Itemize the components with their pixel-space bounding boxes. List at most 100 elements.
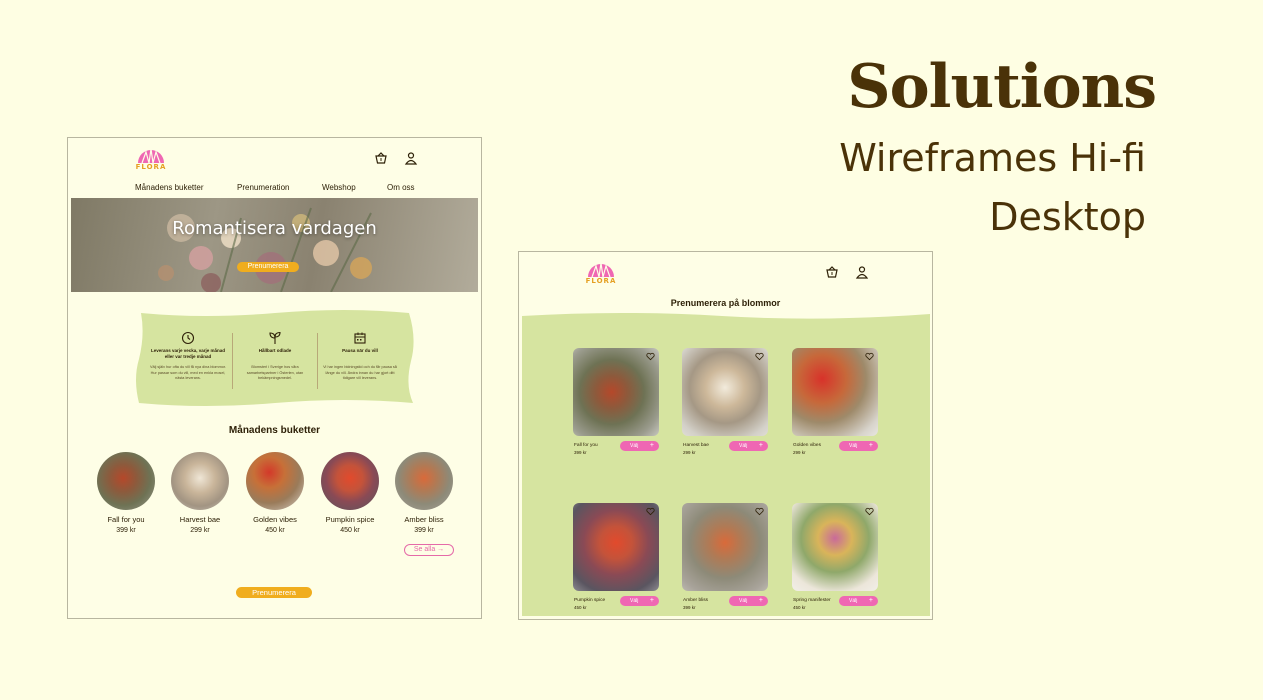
product-image[interactable] [792,348,878,436]
product-name: Amber bliss [683,598,709,603]
feature-sustainable-text: Blomsterl i Sverige hos våra samarbetspa… [246,365,304,380]
product-image[interactable] [682,348,768,436]
product-card[interactable]: Amber bliss 399 kr Välj + [682,503,770,610]
hero-flowers-image [158,207,372,292]
feature-pause-title: Pausa när du vill [342,348,378,353]
bottom-subscribe-button[interactable]: Prenumerera [236,587,312,598]
flora-logo[interactable]: FLORA [584,260,618,286]
feature-delivery-title: Leverans varje vecka, varje månad eller … [150,348,226,359]
logo-text: FLORA [135,163,167,171]
calendar-icon [354,332,366,344]
choose-button[interactable]: Välj + [620,441,659,451]
page-subtitle-line1: Wireframes Hi-fi [839,136,1146,180]
feature-sustainable: Hållbart odlade Blomsterl i Sverige hos … [232,309,318,407]
plus-icon: + [758,597,763,604]
bouquet-name: Fall for you [107,515,145,524]
bouquets-section-title: Månadens buketter [228,425,321,436]
product-card[interactable]: Spring manifester 450 kr Välj + [792,503,880,610]
product-image[interactable] [573,503,659,591]
page-subtitle-line2: Desktop [989,195,1146,239]
bouquet-name: Golden vibes [253,515,297,524]
bouquet-image[interactable] [246,452,304,510]
nav-item-prenumeration[interactable]: Prenumeration [237,183,289,192]
feature-sustainable-title: Hållbart odlade [258,348,292,353]
basket-icon[interactable] [374,151,388,165]
bouquet-card[interactable]: Golden vibes 450 kr [244,452,306,534]
bouquet-image[interactable] [171,452,229,510]
feature-delivery: Leverans varje vecka, varje månad eller … [145,309,231,407]
bouquet-name: Amber bliss [404,515,444,524]
plus-icon: + [649,597,654,604]
choose-button[interactable]: Välj + [839,441,878,451]
product-name: Harvest bae [683,443,709,448]
choose-button[interactable]: Välj + [729,441,768,451]
bouquet-image[interactable] [97,452,155,510]
product-price: 399 kr [574,450,587,455]
bouquet-price: 450 kr [340,527,360,534]
bouquet-price: 299 kr [190,527,210,534]
clock-icon [181,331,195,345]
product-card[interactable]: Golden vibes 299 kr Välj + [792,348,880,455]
logo-text: FLORA [585,277,617,285]
user-icon[interactable] [855,265,869,279]
choose-label: Välj [739,443,748,449]
bouquet-price: 399 kr [116,527,136,534]
plus-icon: + [649,442,654,449]
see-all-button[interactable]: Se alla → [404,544,454,556]
user-icon[interactable] [404,151,418,165]
page-title: Solutions [847,52,1157,122]
product-name: Fall for you [574,443,598,448]
heart-icon[interactable] [646,352,655,361]
bouquet-card[interactable]: Harvest bae 299 kr [169,452,231,534]
hero-headline: Romantisera vardagen [172,218,377,239]
bouquet-card[interactable]: Fall for you 399 kr [95,452,157,534]
hero-subscribe-button[interactable]: Prenumerera [237,262,299,272]
choose-button[interactable]: Välj + [620,596,659,606]
product-price: 399 kr [683,605,696,610]
bouquet-card[interactable]: Amber bliss 399 kr [393,452,455,534]
nav-item-webshop[interactable]: Webshop [322,183,356,192]
heart-icon[interactable] [865,507,874,516]
choose-label: Välj [630,443,639,449]
choose-label: Välj [739,598,748,604]
plus-icon: + [758,442,763,449]
sprout-icon [269,331,281,344]
product-price: 299 kr [793,450,806,455]
product-price: 450 kr [574,605,587,610]
bouquet-image[interactable] [395,452,453,510]
plus-icon: + [868,597,873,604]
product-image[interactable] [573,348,659,436]
subscribe-page-title: Prenumerera på blommor [670,298,781,308]
flower-logo-icon [588,262,614,278]
feature-pause-text: Vi har ingen bidningstid och du får paus… [323,365,397,380]
nav-item-om-oss[interactable]: Om oss [387,183,415,192]
choose-label: Välj [849,598,858,604]
bouquet-price: 399 kr [414,527,434,534]
product-image[interactable] [792,503,878,591]
flora-logo[interactable]: FLORA [134,146,168,172]
heart-icon[interactable] [865,352,874,361]
bouquet-card[interactable]: Pumpkin spice 450 kr [319,452,381,534]
bouquet-name: Harvest bae [179,515,221,524]
features-panel: Leverans varje vecka, varje månad eller … [135,309,415,407]
product-card[interactable]: Fall for you 399 kr Välj + [573,348,661,455]
choose-button[interactable]: Välj + [839,596,878,606]
plus-icon: + [868,442,873,449]
product-name: Spring manifester [793,598,831,603]
choose-label: Välj [630,598,639,604]
subscribe-page-wireframe: FLORA Prenumerera på blommor Fall for yo… [518,251,933,620]
heart-icon[interactable] [646,507,655,516]
see-all-label: Se alla [413,546,436,553]
product-card[interactable]: Harvest bae 299 kr Välj + [682,348,770,455]
nav-item-manadens-buketter[interactable]: Månadens buketter [135,183,204,192]
basket-icon[interactable] [825,265,839,279]
product-price: 450 kr [793,605,806,610]
heart-icon[interactable] [755,507,764,516]
choose-button[interactable]: Välj + [729,596,768,606]
arrow-right-icon: → [437,546,445,553]
heart-icon[interactable] [755,352,764,361]
feature-delivery-text: Välj själv hur ofta du vill få nya dina … [150,365,226,380]
bouquet-image[interactable] [321,452,379,510]
product-image[interactable] [682,503,768,591]
product-card[interactable]: Pumpkin spice 450 kr Välj + [573,503,661,610]
